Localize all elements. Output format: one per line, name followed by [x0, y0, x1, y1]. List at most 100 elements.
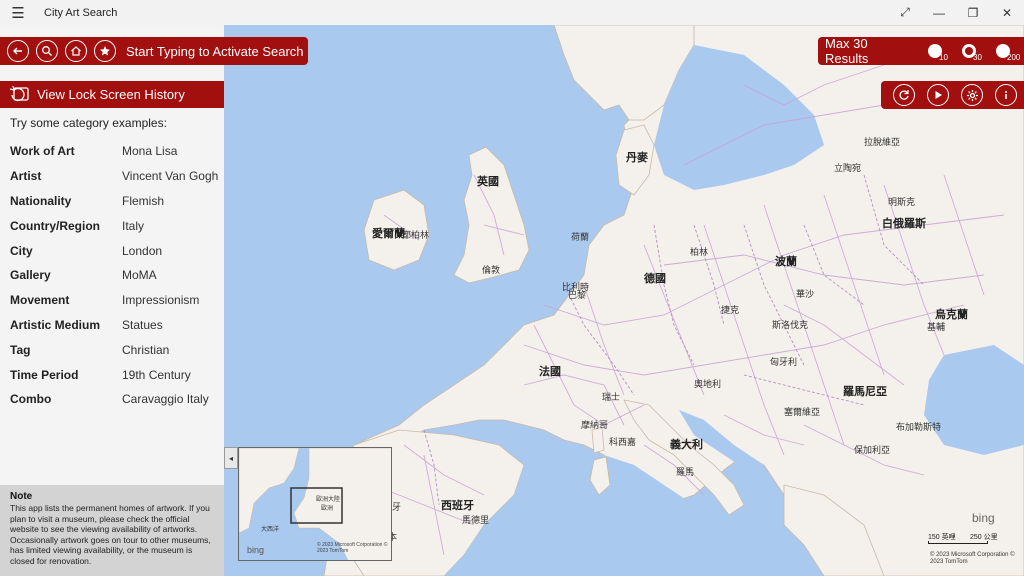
category-name: Tag: [10, 342, 31, 357]
expand-icon[interactable]: ⤢: [888, 0, 922, 25]
minimap-label-europe: 歐洲: [321, 506, 334, 512]
list-item[interactable]: Country/Region Italy: [10, 213, 220, 238]
category-name: Artistic Medium: [10, 317, 101, 332]
map-label-germany: 德國: [644, 273, 666, 285]
category-name: Time Period: [10, 367, 79, 382]
map-label-bucharest: 布加勒斯特: [896, 422, 942, 432]
category-example[interactable]: Flemish: [122, 194, 164, 208]
map-label-romania: 羅馬尼亞: [843, 386, 887, 398]
category-name: Movement: [10, 293, 70, 308]
category-name: Gallery: [10, 268, 51, 283]
category-example[interactable]: MoMA: [122, 268, 157, 282]
max-results-bar: Max 30 Results 10 30 200: [818, 36, 1024, 66]
star-icon[interactable]: [94, 40, 116, 62]
map-label-czech: 捷克: [721, 305, 740, 315]
minimap-label-europe-continent: 歐洲大陸: [316, 497, 341, 503]
results-option-200[interactable]: 200: [990, 37, 1024, 65]
home-icon[interactable]: [65, 40, 87, 62]
category-example[interactable]: Mona Lisa: [122, 144, 177, 158]
results-option-30[interactable]: 30: [956, 37, 990, 65]
note-text: This app lists the permanent homes of ar…: [10, 503, 211, 566]
search-prompt[interactable]: Start Typing to Activate Search: [126, 44, 304, 59]
category-example[interactable]: Impressionism: [122, 293, 199, 307]
list-item[interactable]: Movement Impressionism: [10, 288, 220, 313]
category-example[interactable]: Caravaggio Italy: [122, 392, 209, 406]
map-scale-bar: [928, 541, 988, 544]
category-example[interactable]: London: [122, 244, 162, 258]
map-label-london: 倫敦: [482, 265, 501, 275]
history-label: View Lock Screen History: [37, 87, 185, 102]
minimap-bing-logo: bing: [247, 545, 265, 555]
category-example[interactable]: Italy: [122, 219, 144, 233]
hamburger-menu-icon[interactable]: ☰: [0, 0, 36, 25]
map-label-monaco: 摩納哥: [581, 420, 609, 430]
map-label-belarus: 白俄羅斯: [882, 218, 926, 230]
map-label-kyiv: 基輔: [927, 322, 946, 332]
map-label-netherlands: 荷蘭: [571, 232, 590, 242]
map-actions-bar: [881, 81, 1024, 109]
title-bar: ☰ City Art Search ⤢ — ❐ ✕: [0, 0, 1024, 25]
map-label-bulgaria: 保加利亞: [854, 445, 891, 455]
category-example[interactable]: 19th Century: [122, 368, 191, 382]
list-item[interactable]: City London: [10, 238, 220, 263]
category-name: Work of Art: [10, 144, 75, 159]
list-item[interactable]: Artist Vincent Van Gogh: [10, 164, 220, 189]
map-label-rome: 羅馬: [676, 467, 695, 477]
minimap-label-atlantic: 大西洋: [261, 527, 280, 533]
minimap-copyright: © 2023 Microsoft Corporation © 2023 TomT…: [317, 542, 388, 554]
list-item[interactable]: Combo Caravaggio Italy: [10, 387, 220, 412]
results-count-selector: 10 30 200: [922, 37, 1024, 65]
info-icon[interactable]: [995, 84, 1017, 106]
map-label-belgium: 比利時: [562, 282, 590, 292]
map-label-warsaw: 華沙: [796, 289, 815, 299]
search-icon[interactable]: [36, 40, 58, 62]
map-label-latvia: 拉脫維亞: [864, 137, 901, 147]
list-item[interactable]: Nationality Flemish: [10, 189, 220, 214]
history-icon: [6, 84, 32, 106]
minimize-button[interactable]: —: [922, 0, 956, 25]
map-label-serbia: 塞爾維亞: [784, 407, 821, 417]
category-examples-list: Work of Art Mona Lisa Artist Vincent Van G…: [10, 139, 220, 412]
map-label-italy: 義大利: [670, 439, 703, 451]
refresh-icon[interactable]: [893, 84, 915, 106]
map-copyright: © 2023 Microsoft Corporation © 2023 TomT…: [930, 552, 1015, 565]
play-icon[interactable]: [927, 84, 949, 106]
category-example[interactable]: Statues: [122, 318, 163, 332]
map-label-dublin: 都柏林: [402, 230, 430, 240]
list-item[interactable]: Work of Art Mona Lisa: [10, 139, 220, 164]
list-item[interactable]: Gallery MoMA: [10, 263, 220, 288]
category-example[interactable]: Christian: [122, 343, 169, 357]
list-item[interactable]: Tag Christian: [10, 337, 220, 362]
close-button[interactable]: ✕: [990, 0, 1024, 25]
category-example[interactable]: Vincent Van Gogh: [122, 169, 218, 183]
radio-value: 10: [939, 53, 948, 62]
map-label-poland: 波蘭: [775, 256, 797, 268]
map-label-france: 法國: [539, 366, 561, 378]
restore-button[interactable]: ❐: [956, 0, 990, 25]
category-name: Artist: [10, 169, 42, 184]
gear-icon[interactable]: [961, 84, 983, 106]
map-label-austria: 奧地利: [694, 379, 722, 389]
bing-logo: bing: [972, 511, 995, 525]
category-name: Nationality: [10, 193, 72, 208]
max-results-label: Max 30 Results: [825, 36, 869, 66]
window-controls: ⤢ — ❐ ✕: [888, 0, 1024, 25]
search-bar[interactable]: Start Typing to Activate Search: [0, 37, 308, 65]
note-title: Note: [10, 491, 33, 502]
map-label-corsica: 科西嘉: [609, 437, 637, 447]
category-name: City: [10, 243, 33, 258]
radio-value: 30: [973, 53, 982, 62]
back-arrow-icon[interactable]: [7, 40, 29, 62]
map-label-minsk: 明斯克: [888, 197, 916, 207]
results-option-10[interactable]: 10: [922, 37, 956, 65]
map-label-hungary: 匈牙利: [770, 357, 798, 367]
list-item[interactable]: Time Period 19th Century: [10, 362, 220, 387]
app-title: City Art Search: [44, 6, 118, 19]
minimap[interactable]: 歐洲大陸 歐洲 大西洋 © 2023 Microsoft Corporation…: [238, 447, 392, 561]
map-label-lithuania: 立陶宛: [834, 163, 862, 173]
lock-screen-history-button[interactable]: View Lock Screen History: [0, 81, 224, 108]
minimap-toggle-button[interactable]: ◂: [224, 447, 238, 469]
map-label-uk: 英國: [477, 176, 499, 188]
list-item[interactable]: Artistic Medium Statues: [10, 313, 220, 338]
category-name: Combo: [10, 392, 52, 407]
